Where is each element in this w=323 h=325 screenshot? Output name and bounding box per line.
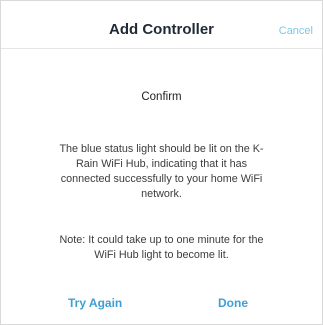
page-title: Add Controller	[109, 21, 214, 38]
done-button[interactable]: Done	[218, 296, 248, 310]
note-message: Note: It could take up to one minute for…	[13, 233, 310, 263]
confirm-message: The blue status light should be lit on t…	[13, 142, 310, 202]
add-controller-screen: Add Controller Cancel Confirm The blue s…	[0, 0, 323, 325]
message-line: The blue status light should be lit on t…	[59, 143, 264, 155]
header-bar: Add Controller Cancel	[1, 1, 322, 49]
message-line: Rain WiFi Hub, indicating that it has	[75, 158, 248, 170]
note-line: Note: It could take up to one minute for…	[59, 234, 264, 246]
confirm-heading: Confirm	[141, 91, 182, 103]
try-again-button[interactable]: Try Again	[68, 296, 122, 310]
message-line: network.	[141, 188, 182, 200]
note-line: WiFi Hub light to become lit.	[94, 249, 229, 261]
message-line: connected successfully to your home WiFi	[60, 173, 263, 185]
cancel-button[interactable]: Cancel	[279, 25, 313, 37]
